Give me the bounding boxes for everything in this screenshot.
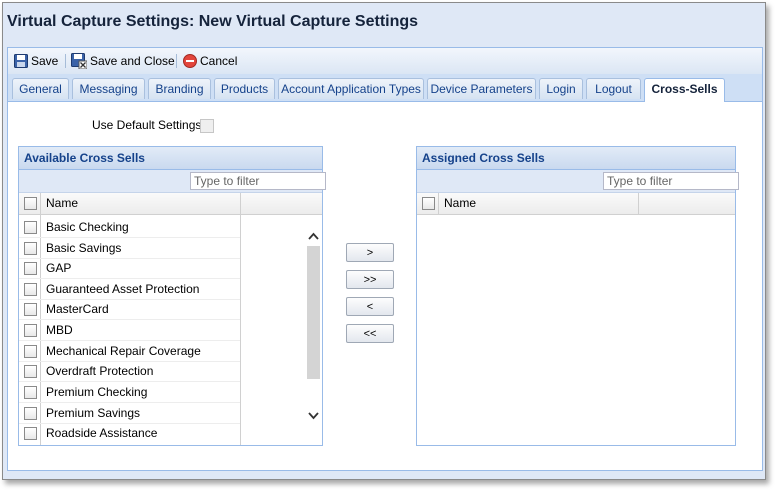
add-all-button[interactable]: >> [346,270,394,289]
list-item-label: MBD [46,323,73,337]
list-item[interactable]: Guaranteed Asset Protection [19,279,240,300]
toolbar: Save Save and Close Cancel [7,47,763,74]
assigned-list [417,215,735,445]
cancel-button-label: Cancel [200,54,238,68]
tab-device-parameters[interactable]: Device Parameters [427,78,536,99]
list-item-checkbox[interactable] [24,345,37,358]
list-item[interactable]: Basic Checking [19,217,240,238]
list-item-checkbox[interactable] [24,365,37,378]
tab-cross-sells[interactable]: Cross-Sells [644,78,725,102]
tab-branding[interactable]: Branding [148,78,211,99]
save-and-close-button[interactable]: Save and Close [71,53,175,69]
column-divider [638,193,639,214]
scrollbar-thumb[interactable] [307,246,320,379]
assigned-column-header: Name [417,193,735,215]
list-item-checkbox[interactable] [24,242,37,255]
assigned-name-column[interactable]: Name [444,193,476,214]
remove-selected-button[interactable]: < [346,297,394,316]
list-item-checkbox[interactable] [24,324,37,337]
window-title: Virtual Capture Settings: New Virtual Ca… [7,13,419,30]
use-default-settings-label: Use Default Settings: [92,118,205,132]
list-item-label: Basic Checking [46,220,129,234]
assigned-panel-title: Assigned Cross Sells [417,147,735,170]
list-item[interactable]: Roadside Assistance [19,423,240,443]
list-item-label: Overdraft Protection [46,364,154,378]
list-item[interactable]: Basic Savings [19,238,240,259]
list-item-checkbox[interactable] [24,407,37,420]
available-column-header: Name [19,193,322,215]
list-item-label: Premium Savings [46,406,141,420]
list-item-label: Guaranteed Asset Protection [46,282,200,296]
tab-strip: General Messaging Branding Products Acco… [7,74,763,102]
list-item[interactable]: MBD [19,320,240,341]
tab-messaging[interactable]: Messaging [72,78,145,99]
list-item[interactable]: GAP [19,258,240,279]
floppy-disk-icon [14,54,28,68]
available-select-all-checkbox[interactable] [24,197,37,210]
tab-products[interactable]: Products [214,78,275,99]
tab-logout[interactable]: Logout [586,78,641,99]
cross-sells-panel: Use Default Settings: Available Cross Se… [7,102,763,471]
assigned-cross-sells-panel: Assigned Cross Sells Name [416,146,739,446]
available-scrollbar[interactable] [306,229,321,437]
cancel-icon [183,54,197,68]
list-item-checkbox[interactable] [24,427,37,440]
tab-account-application-types[interactable]: Account Application Types [278,78,424,99]
tab-general[interactable]: General [12,78,69,99]
list-item-label: Mechanical Repair Coverage [46,344,201,358]
list-item-checkbox[interactable] [24,386,37,399]
available-cross-sells-panel: Available Cross Sells Name Basic Checkin… [18,146,326,446]
toolbar-separator [65,54,66,68]
cancel-button[interactable]: Cancel [183,53,237,69]
column-divider [240,215,241,445]
list-item[interactable]: Overdraft Protection [19,361,240,382]
list-item[interactable]: Premium Savings [19,403,240,424]
list-item-checkbox[interactable] [24,303,37,316]
list-item[interactable]: MasterCard [19,299,240,320]
list-item[interactable]: Premium Checking [19,382,240,403]
settings-window: Virtual Capture Settings: New Virtual Ca… [2,2,766,480]
assigned-filter-bar [417,170,739,193]
chevron-up-icon[interactable] [307,231,320,241]
tab-login[interactable]: Login [539,78,583,99]
list-item-label: Premium Checking [46,385,148,399]
use-default-settings-checkbox[interactable] [200,119,214,133]
available-list: Basic Checking Basic Savings GAP Guarant… [19,215,322,445]
save-and-close-label: Save and Close [90,54,175,68]
list-item-label: GAP [46,261,72,275]
list-item-label: Basic Savings [46,241,122,255]
chevron-down-icon[interactable] [307,411,320,421]
list-item-label: Roadside Assistance [46,426,158,440]
column-divider [40,193,41,214]
save-button-label: Save [31,54,59,68]
list-item-label: MasterCard [46,302,109,316]
available-name-column[interactable]: Name [46,193,78,214]
save-close-icon [71,53,87,69]
save-button[interactable]: Save [14,53,58,69]
remove-all-button[interactable]: << [346,324,394,343]
available-filter-bar [19,170,326,193]
assigned-select-all-checkbox[interactable] [422,197,435,210]
column-divider [240,193,241,214]
list-item-checkbox[interactable] [24,221,37,234]
list-item-checkbox[interactable] [24,262,37,275]
assigned-filter-input[interactable] [603,172,739,190]
add-selected-button[interactable]: > [346,243,394,262]
list-item-checkbox[interactable] [24,283,37,296]
available-panel-title: Available Cross Sells [19,147,322,170]
toolbar-separator [176,54,177,68]
column-divider [438,193,439,214]
available-filter-input[interactable] [190,172,326,190]
list-item[interactable]: Mechanical Repair Coverage [19,341,240,362]
